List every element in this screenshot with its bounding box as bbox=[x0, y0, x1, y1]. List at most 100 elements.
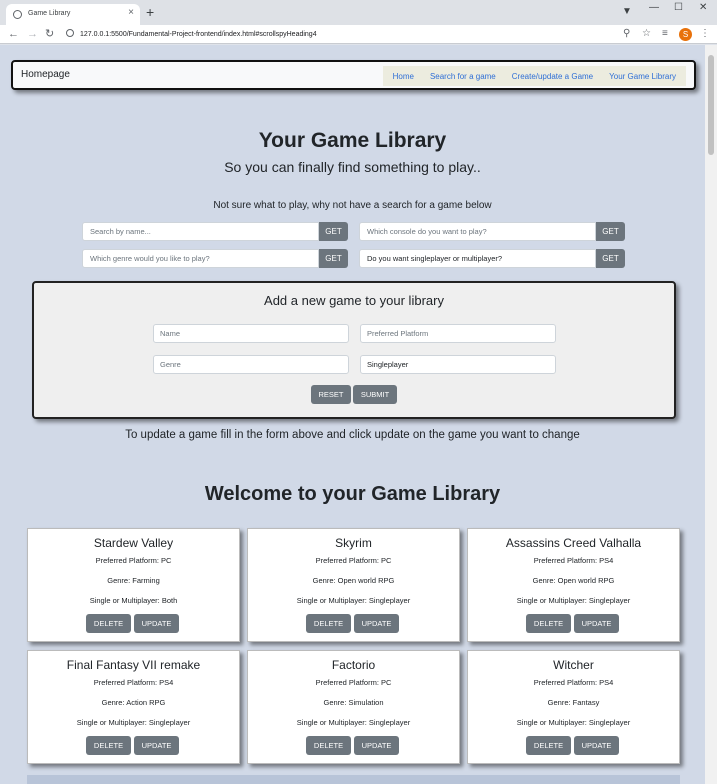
update-button[interactable]: UPDATE bbox=[354, 736, 399, 755]
game-genre: Genre: Open world RPG bbox=[312, 576, 395, 585]
game-title: Witcher bbox=[553, 658, 594, 672]
game-genre: Genre: Action RPG bbox=[101, 698, 166, 707]
search-mode-select[interactable]: Do you want singleplayer or multiplayer? bbox=[359, 249, 596, 268]
game-mode: Single or Multiplayer: Singleplayer bbox=[296, 596, 411, 605]
game-card: Stardew Valley Preferred Platform: PC Ge… bbox=[27, 528, 240, 642]
game-mode: Single or Multiplayer: Singleplayer bbox=[76, 718, 191, 727]
game-card: Skyrim Preferred Platform: PC Genre: Ope… bbox=[247, 528, 460, 642]
add-game-title: Add a new game to your library bbox=[264, 293, 444, 308]
new-tab-button[interactable]: + bbox=[146, 5, 154, 19]
game-title: Assassins Creed Valhalla bbox=[505, 536, 642, 550]
library-title: Welcome to your Game Library bbox=[204, 483, 501, 505]
game-genre: Genre: Simulation bbox=[323, 698, 384, 707]
nav-link-create-update[interactable]: Create/update a Game bbox=[504, 72, 601, 81]
game-card: Factorio Preferred Platform: PC Genre: S… bbox=[247, 650, 460, 764]
page-subtitle: So you can finally find something to pla… bbox=[224, 159, 481, 175]
search-by-name-group: Search by name... GET bbox=[82, 222, 348, 241]
globe-icon bbox=[13, 10, 22, 19]
get-by-mode-button[interactable]: GET bbox=[596, 249, 625, 268]
game-platform: Preferred Platform: PS4 bbox=[533, 556, 614, 565]
game-genre: Genre: Open world RPG bbox=[532, 576, 615, 585]
game-mode: Single or Multiplayer: Singleplayer bbox=[296, 718, 411, 727]
address-bar-row: ← → ↻ 127.0.0.1:5500/Fundamental-Project… bbox=[0, 25, 717, 44]
game-mode: Single or Multiplayer: Singleplayer bbox=[516, 718, 631, 727]
zoom-icon[interactable]: ⚲ bbox=[623, 28, 630, 40]
nav-link-search[interactable]: Search for a game bbox=[422, 72, 504, 81]
delete-button[interactable]: DELETE bbox=[526, 614, 571, 633]
tab-close-icon[interactable]: × bbox=[128, 7, 134, 18]
update-button[interactable]: UPDATE bbox=[134, 614, 179, 633]
navbar: Homepage Home Search for a game Create/u… bbox=[11, 60, 696, 90]
page-scrollbar[interactable] bbox=[705, 45, 717, 784]
forward-icon[interactable]: → bbox=[27, 27, 38, 41]
game-title: Final Fantasy VII remake bbox=[66, 658, 201, 672]
get-by-genre-button[interactable]: GET bbox=[319, 249, 348, 268]
update-button[interactable]: UPDATE bbox=[574, 614, 619, 633]
delete-button[interactable]: DELETE bbox=[86, 736, 131, 755]
game-platform: Preferred Platform: PC bbox=[315, 678, 392, 687]
search-console-input[interactable]: Which console do you want to play? bbox=[359, 222, 596, 241]
game-platform: Preferred Platform: PS4 bbox=[533, 678, 614, 687]
maximize-icon[interactable]: ☐ bbox=[674, 2, 683, 13]
search-by-console-group: Which console do you want to play? GET bbox=[359, 222, 625, 241]
search-by-genre-group: Which genre would you like to play? GET bbox=[82, 249, 348, 268]
delete-button[interactable]: DELETE bbox=[306, 614, 351, 633]
game-platform: Preferred Platform: PC bbox=[95, 556, 172, 565]
game-title: Factorio bbox=[331, 658, 376, 672]
close-window-icon[interactable]: ✕ bbox=[699, 2, 707, 13]
game-platform: Preferred Platform: PS4 bbox=[93, 678, 174, 687]
update-instructions: To update a game fill in the form above … bbox=[125, 429, 580, 441]
search-genre-input[interactable]: Which genre would you like to play? bbox=[82, 249, 319, 268]
back-icon[interactable]: ← bbox=[8, 27, 19, 41]
nav-links: Home Search for a game Create/update a G… bbox=[382, 66, 686, 86]
scrollbar-thumb[interactable] bbox=[708, 55, 714, 155]
browser-menu-icon[interactable]: ⋮ bbox=[700, 28, 710, 40]
get-by-name-button[interactable]: GET bbox=[319, 222, 348, 241]
get-by-console-button[interactable]: GET bbox=[596, 222, 625, 241]
game-mode: Single or Multiplayer: Singleplayer bbox=[516, 596, 631, 605]
reading-list-icon[interactable]: ≡ bbox=[662, 28, 668, 40]
add-game-form: Add a new game to your library Name Pref… bbox=[32, 281, 676, 419]
tab-title: Game Library bbox=[28, 10, 71, 17]
reset-button[interactable]: RESET bbox=[311, 385, 351, 404]
delete-button[interactable]: DELETE bbox=[86, 614, 131, 633]
update-button[interactable]: UPDATE bbox=[134, 736, 179, 755]
game-card: Assassins Creed Valhalla Preferred Platf… bbox=[467, 528, 680, 642]
update-button[interactable]: UPDATE bbox=[354, 614, 399, 633]
game-title: Stardew Valley bbox=[93, 536, 174, 550]
game-name-input[interactable]: Name bbox=[153, 324, 349, 343]
site-info-icon[interactable] bbox=[66, 29, 74, 37]
submit-button[interactable]: SUBMIT bbox=[353, 385, 397, 404]
url-text: 127.0.0.1:5500/Fundamental-Project-front… bbox=[80, 31, 317, 38]
delete-button[interactable]: DELETE bbox=[526, 736, 571, 755]
game-genre: Genre: Farming bbox=[107, 576, 160, 585]
search-name-input[interactable]: Search by name... bbox=[82, 222, 319, 241]
nav-link-library[interactable]: Your Game Library bbox=[601, 72, 684, 81]
reload-icon[interactable]: ↻ bbox=[45, 27, 54, 41]
page-viewport: Homepage Home Search for a game Create/u… bbox=[0, 45, 705, 784]
url-input[interactable]: 127.0.0.1:5500/Fundamental-Project-front… bbox=[62, 27, 582, 42]
profile-avatar[interactable]: S bbox=[679, 28, 692, 41]
tab-search-icon[interactable]: ▼ bbox=[622, 6, 632, 17]
game-platform: Preferred Platform: PC bbox=[315, 556, 392, 565]
game-title: Skyrim bbox=[335, 536, 372, 550]
bookmark-star-icon[interactable]: ☆ bbox=[642, 28, 651, 40]
delete-button[interactable]: DELETE bbox=[306, 736, 351, 755]
nav-link-home[interactable]: Home bbox=[385, 72, 422, 81]
browser-tab[interactable]: Game Library × bbox=[6, 4, 140, 25]
page-title: Your Game Library bbox=[258, 129, 447, 152]
navbar-brand[interactable]: Homepage bbox=[21, 69, 70, 80]
game-mode: Single or Multiplayer: Both bbox=[89, 596, 178, 605]
search-by-mode-group: Do you want singleplayer or multiplayer?… bbox=[359, 249, 625, 268]
search-prompt: Not sure what to play, why not have a se… bbox=[213, 200, 492, 211]
game-card: Final Fantasy VII remake Preferred Platf… bbox=[27, 650, 240, 764]
update-button[interactable]: UPDATE bbox=[574, 736, 619, 755]
minimize-icon[interactable]: — bbox=[649, 2, 659, 13]
browser-tabstrip: Game Library × + ▼ — ☐ ✕ bbox=[0, 0, 717, 25]
game-genre-input[interactable]: Genre bbox=[153, 355, 349, 374]
next-section-edge bbox=[27, 775, 680, 784]
game-genre: Genre: Fantasy bbox=[547, 698, 600, 707]
game-mode-select[interactable]: Singleplayer bbox=[360, 355, 556, 374]
game-platform-input[interactable]: Preferred Platform bbox=[360, 324, 556, 343]
game-card: Witcher Preferred Platform: PS4 Genre: F… bbox=[467, 650, 680, 764]
